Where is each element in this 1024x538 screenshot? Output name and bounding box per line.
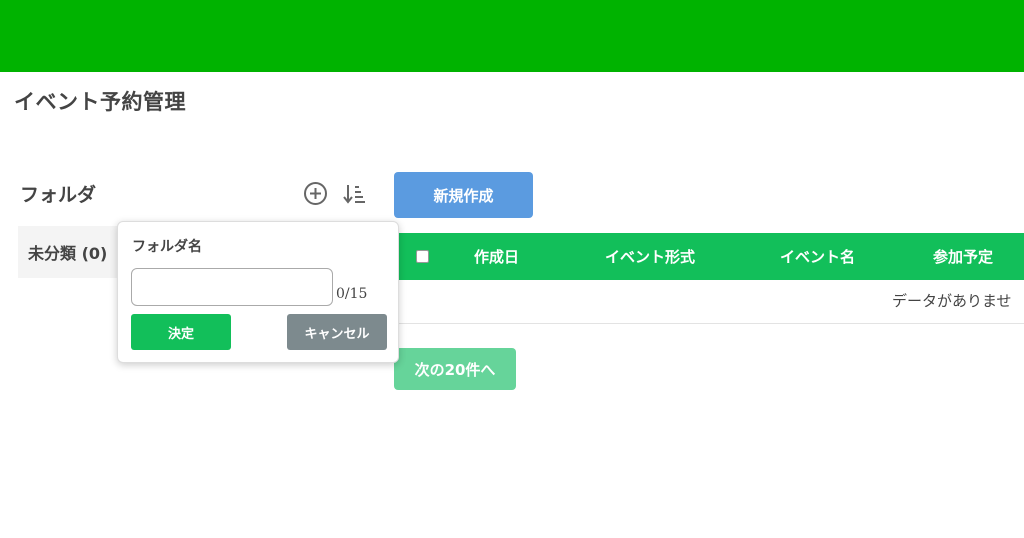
table-empty-row: データがありませ <box>398 280 1024 324</box>
circle-plus-icon <box>304 182 327 205</box>
folder-heading: フォルダ <box>20 184 97 206</box>
column-attendance[interactable]: 参加予定 <box>933 233 993 280</box>
add-folder-button[interactable] <box>303 181 328 206</box>
column-created-date[interactable]: 作成日 <box>474 233 519 280</box>
empty-message: データがありませ <box>892 292 1012 310</box>
folder-name-popover: フォルダ名 0/15 決定 キャンセル <box>117 221 399 363</box>
select-all-checkbox[interactable] <box>416 250 429 263</box>
new-create-button[interactable]: 新規作成 <box>394 172 533 218</box>
column-event-format[interactable]: イベント形式 <box>605 233 695 280</box>
folder-item-uncategorized[interactable]: 未分類 (0) <box>28 240 107 264</box>
sort-folders-button[interactable] <box>343 183 367 205</box>
select-all-checkbox-cell[interactable] <box>416 233 429 280</box>
folder-name-input[interactable] <box>131 268 333 306</box>
table-header: 作成日 イベント形式 イベント名 参加予定 <box>398 233 1024 280</box>
next-page-button[interactable]: 次の20件へ <box>394 348 516 390</box>
top-header-bar <box>0 0 1024 72</box>
page-title: イベント予約管理 <box>14 90 186 114</box>
sort-icon <box>343 185 365 204</box>
char-counter: 0/15 <box>336 286 368 302</box>
confirm-button[interactable]: 決定 <box>131 314 231 350</box>
folder-name-label: フォルダ名 <box>132 239 202 255</box>
column-event-name[interactable]: イベント名 <box>780 233 855 280</box>
cancel-button[interactable]: キャンセル <box>287 314 387 350</box>
